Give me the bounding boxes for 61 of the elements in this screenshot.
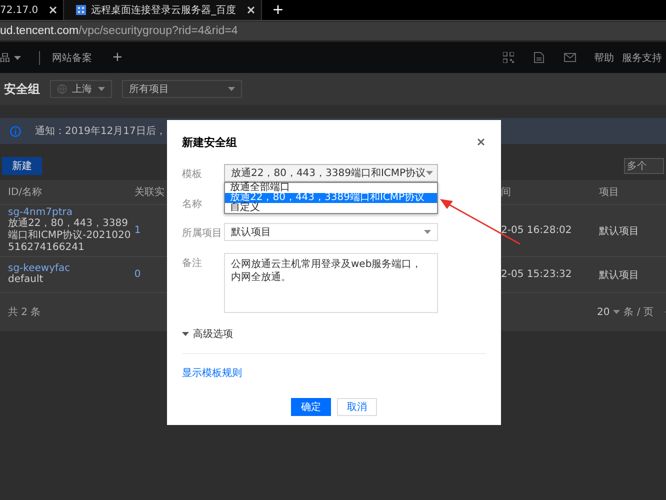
page-size-label: 条 / 页 — [624, 306, 654, 319]
dropdown-option[interactable]: 放通全部端口 — [225, 183, 437, 193]
column-header: 间 — [501, 186, 512, 199]
notice-text: 通知：2019年12月17日后， — [35, 124, 166, 138]
table-cell-text: 默认项目 — [599, 268, 640, 282]
caret-icon — [426, 171, 433, 175]
nav-item[interactable]: 品 — [0, 50, 31, 64]
mail-icon[interactable] — [564, 53, 576, 62]
dropdown-option[interactable]: 自定义 — [225, 203, 437, 213]
tab-title: 远程桌面连接登录云服务器_百度 — [91, 4, 236, 17]
caret-icon — [14, 56, 21, 60]
remark-field[interactable]: 公网放通云主机常用登录及web服务端口，内网全放通。 — [224, 253, 438, 313]
globe-icon — [57, 84, 67, 94]
total-count: 共 2 条 — [8, 306, 41, 319]
project-select[interactable]: 所有项目 — [122, 80, 242, 98]
address-field[interactable]: ud.tencent.com/vpc/securitygroup?rid=4&rid=4 — [0, 22, 666, 40]
select-field[interactable]: 默认项目 — [224, 223, 438, 241]
cancel-button[interactable]: 取消 — [337, 398, 377, 416]
rules-link[interactable]: 显示模板规则 — [182, 366, 242, 380]
field-label: 备注 — [182, 256, 203, 271]
page-size-select[interactable]: 20 — [597, 306, 620, 318]
tab-title: 72.17.0 — [0, 4, 38, 16]
browser-tab[interactable]: 72.17.0 — [0, 0, 64, 20]
column-header: ID/名称 — [7, 186, 44, 199]
confirm-button[interactable]: 确定 — [291, 398, 331, 416]
document-icon[interactable] — [534, 52, 544, 63]
close-icon[interactable] — [477, 138, 485, 146]
nav-link[interactable]: 帮助 — [594, 50, 614, 64]
dialog-title: 新建安全组 — [182, 134, 237, 150]
field-label: 模板 — [182, 168, 203, 182]
browser-tab[interactable]: 远程桌面连接登录云服务器_百度 — [64, 0, 262, 20]
caret-icon — [424, 230, 431, 234]
advanced-options-toggle[interactable]: 高级选项 — [182, 327, 486, 341]
region-select[interactable]: 上海 — [50, 80, 112, 98]
add-button[interactable]: + — [112, 50, 123, 65]
id-link[interactable]: sg-4nm7ptra — [8, 207, 132, 218]
count-link[interactable]: 0 — [132, 269, 167, 280]
caret-icon — [98, 87, 105, 91]
select-field[interactable]: 放通22，80，443，3389端口和ICMP协议 — [224, 164, 438, 182]
nav-item[interactable]: 网站备案 — [40, 50, 102, 64]
table-cell-text: 2-05 16:28:02 — [501, 225, 573, 236]
caret-icon — [612, 310, 620, 314]
table-cell-text: default — [8, 274, 44, 286]
column-header: 项目 — [599, 186, 620, 199]
search-field[interactable]: 多个 — [624, 158, 664, 174]
info-icon — [10, 126, 21, 136]
count-link[interactable]: 1 — [132, 225, 167, 236]
field-label: 所属项目 — [182, 226, 223, 241]
column-header: 关联实 — [133, 186, 166, 199]
new-button[interactable]: 新建 — [2, 157, 42, 175]
grid-icon — [76, 5, 86, 15]
table-cell-text: 默认项目 — [599, 224, 640, 238]
table-cell-text: 放通22，80，443，3389端口和ICMP协议-2021020516274166241 — [8, 218, 132, 254]
field-label: 名称 — [182, 198, 203, 211]
table-cell-text: 2-05 15:23:32 — [501, 269, 573, 280]
nav-link[interactable]: 服务支持 — [622, 50, 662, 64]
page-title: 安全组 — [4, 80, 40, 98]
caret-icon — [228, 87, 235, 91]
id-link[interactable]: sg-keewyfac — [8, 263, 132, 274]
qr-code-icon[interactable] — [503, 52, 514, 63]
new-tab-button[interactable]: + — [272, 3, 284, 17]
